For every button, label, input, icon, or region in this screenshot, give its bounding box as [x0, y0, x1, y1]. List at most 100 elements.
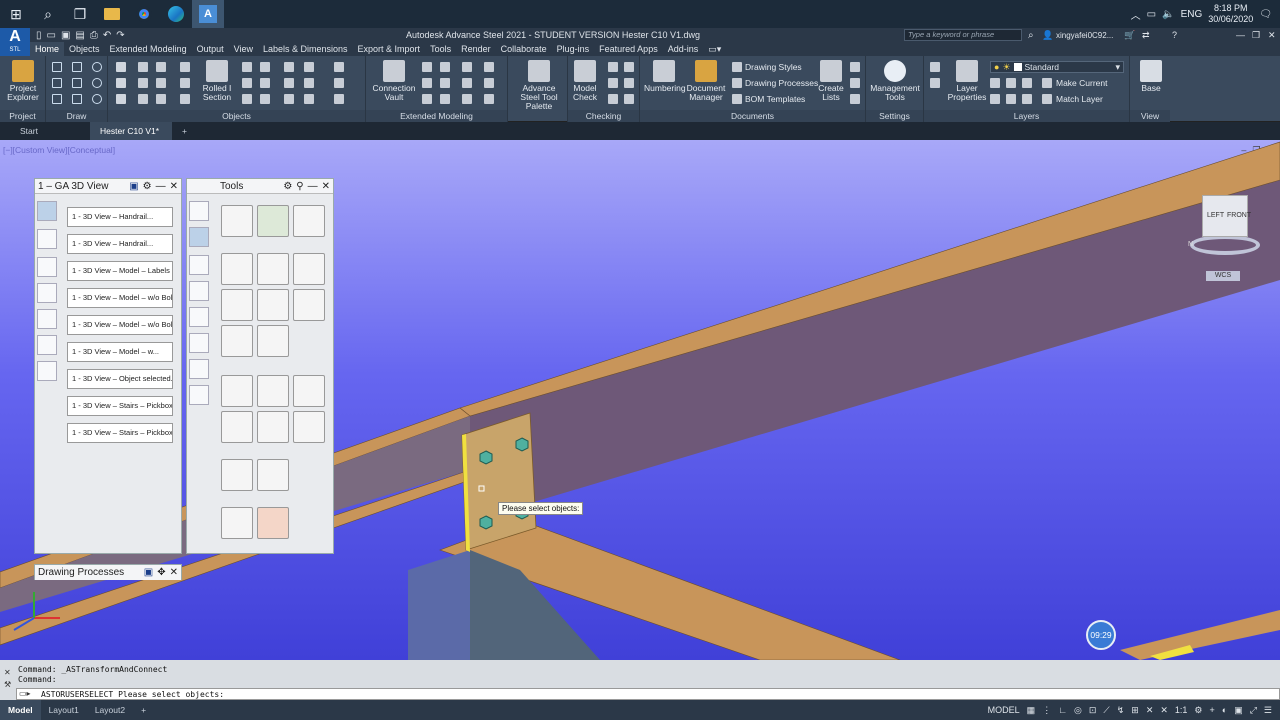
chrome-icon[interactable] — [128, 0, 160, 28]
cope-icon[interactable] — [284, 78, 294, 88]
rectangle-icon[interactable] — [72, 94, 82, 104]
grating-icon[interactable] — [334, 62, 344, 72]
side-tab-tools-icon[interactable] — [189, 201, 209, 221]
network-icon[interactable]: ▭ — [1147, 9, 1156, 20]
wrench-icon[interactable]: ⚒ — [4, 680, 11, 689]
model-space-toggle[interactable]: MODEL — [988, 705, 1020, 715]
compass-ring[interactable] — [1190, 235, 1260, 255]
grid-axis-icon[interactable] — [116, 78, 126, 88]
tool-stiffener-icon[interactable] — [221, 411, 253, 443]
drawing-style-item[interactable]: 1 - 3D View – Model – w/o Bol... — [67, 288, 173, 308]
tool-splice-icon[interactable] — [293, 289, 325, 321]
numbering-button[interactable]: Numbering — [644, 60, 686, 93]
search-icon[interactable]: ⌕ — [32, 0, 64, 28]
bracing-icon[interactable] — [440, 94, 450, 104]
close-icon[interactable]: ✕ — [1268, 30, 1276, 41]
edge-icon[interactable] — [160, 0, 192, 28]
advance-steel-icon[interactable]: A — [192, 0, 224, 28]
drawing-style-item[interactable]: 1 - 3D View – Stairs – Pickbox... — [67, 423, 173, 443]
tool-cleat-icon[interactable] — [293, 253, 325, 285]
side-tab-connections-icon[interactable] — [189, 227, 209, 247]
tab-view[interactable]: View — [229, 42, 258, 56]
marking-icon[interactable] — [624, 62, 634, 72]
open-icon[interactable]: ▭ — [47, 30, 56, 41]
tab-model[interactable]: Model — [0, 700, 41, 720]
dstv-icon[interactable] — [850, 94, 860, 104]
close-icon[interactable]: ✕ — [322, 181, 330, 192]
hole-pattern-icon[interactable] — [260, 78, 270, 88]
minimize-icon[interactable]: — — [1236, 30, 1245, 40]
handrail-icon[interactable] — [484, 78, 494, 88]
add-layout-button[interactable]: + — [133, 700, 154, 720]
tool-palette-button[interactable]: Advance Steel Tool Palette — [512, 60, 566, 111]
weld-icon[interactable] — [180, 94, 190, 104]
connection-vault-button[interactable]: Connection Vault — [372, 60, 416, 102]
polar-icon[interactable]: ◎ — [1074, 705, 1082, 716]
cage-ladder-icon[interactable] — [422, 94, 432, 104]
layer-unisolate-icon[interactable] — [990, 94, 1000, 104]
side-tab-section-icon[interactable] — [37, 283, 57, 303]
clash-check-icon[interactable] — [608, 62, 618, 72]
tab-drawing-active[interactable]: Hester C10 V1* ✕ — [90, 122, 172, 154]
layer-states-icon[interactable] — [930, 62, 940, 72]
viewcube-box[interactable]: LEFT FRONT — [1202, 195, 1251, 237]
tab-output[interactable]: Output — [192, 42, 229, 56]
file-explorer-icon[interactable] — [96, 0, 128, 28]
task-view-icon[interactable]: ❐ — [64, 0, 96, 28]
side-tab-plan-icon[interactable] — [37, 257, 57, 277]
osnap-icon[interactable]: ⊡ — [1089, 705, 1097, 716]
cart-icon[interactable]: 🛒 — [1124, 30, 1135, 41]
user-name[interactable]: xingyafei0C92... — [1056, 31, 1113, 40]
side-tab-ga-icon[interactable] — [37, 201, 57, 221]
tool-view-camera-icon[interactable] — [257, 459, 289, 491]
house-icon[interactable] — [462, 62, 472, 72]
grid-icon[interactable]: ▦ — [1027, 705, 1036, 716]
donut-icon[interactable] — [92, 94, 102, 104]
drawing-style-item[interactable]: 1 - 3D View – Model – Labels — [67, 261, 173, 281]
drawing-style-item[interactable]: 1 - 3D View – Handrail... — [67, 234, 173, 254]
selection-cycling-icon[interactable]: ↯ — [1117, 705, 1125, 716]
check-icon[interactable] — [608, 78, 618, 88]
tab-home[interactable]: Home — [30, 42, 65, 56]
tool-properties-icon[interactable] — [221, 205, 253, 237]
side-tab-grid-icon[interactable] — [189, 307, 209, 327]
annotation-scale-icon[interactable]: ✕ — [1160, 705, 1168, 716]
tab-labels-dimensions[interactable]: Labels & Dimensions — [258, 42, 353, 56]
drawing-style-item[interactable]: 1 - 3D View – Stairs – Pickbox... — [67, 396, 173, 416]
make-current-button[interactable]: Make Current — [1056, 78, 1108, 88]
tab-layout1[interactable]: Layout1 — [41, 700, 87, 720]
plate-icon[interactable] — [138, 78, 148, 88]
tool-bolt-connection-icon[interactable] — [221, 253, 253, 285]
3d-osnap-icon[interactable]: ⊞ — [1131, 705, 1139, 716]
tab-extended-modeling[interactable]: Extended Modeling — [105, 42, 192, 56]
layer-isolate-icon[interactable] — [990, 78, 1000, 88]
volume-icon[interactable]: 🔈 — [1162, 9, 1174, 20]
side-tab-bolt-icon[interactable] — [189, 359, 209, 379]
save-icon[interactable]: ▣ — [61, 30, 70, 41]
create-lists-button[interactable]: Create Lists — [816, 60, 846, 102]
restore-icon[interactable]: ❐ — [1252, 30, 1260, 41]
language-indicator[interactable]: ENG — [1181, 9, 1203, 20]
redo-icon[interactable]: ↷ — [116, 30, 124, 41]
side-tab-features-icon[interactable] — [189, 255, 209, 275]
spline-icon[interactable] — [72, 78, 82, 88]
help-search-input[interactable]: Type a keyword or phrase — [904, 29, 1022, 41]
stair-icon[interactable] — [422, 62, 432, 72]
side-tab-stairs-icon[interactable] — [189, 333, 209, 353]
command-input[interactable]: ▭▸ ASTORUSERSELECT Please select objects… — [16, 688, 1280, 700]
undo-icon[interactable]: ↶ — [103, 30, 111, 41]
gear-icon[interactable]: ⚙ — [283, 181, 292, 192]
tab-layout2[interactable]: Layout2 — [87, 700, 133, 720]
print-icon[interactable]: ⎙ — [90, 30, 98, 41]
base-button[interactable]: Base — [1136, 60, 1166, 93]
close-icon[interactable]: ✕ — [4, 668, 11, 677]
purlin-icon[interactable] — [180, 78, 190, 88]
shortening-icon[interactable] — [284, 62, 294, 72]
anchor-icon[interactable] — [156, 94, 166, 104]
ellipse-icon[interactable] — [92, 78, 102, 88]
drawing-style-item[interactable]: 1 - 3D View – Model – w... — [67, 342, 173, 362]
tool-delete-connection-icon[interactable] — [257, 411, 289, 443]
refresh-icon[interactable] — [484, 94, 494, 104]
shear-stud-icon[interactable] — [260, 94, 270, 104]
model-viewport[interactable]: [−][Custom View][Conceptual] – ❐ ✕ Pleas… — [0, 140, 1280, 660]
